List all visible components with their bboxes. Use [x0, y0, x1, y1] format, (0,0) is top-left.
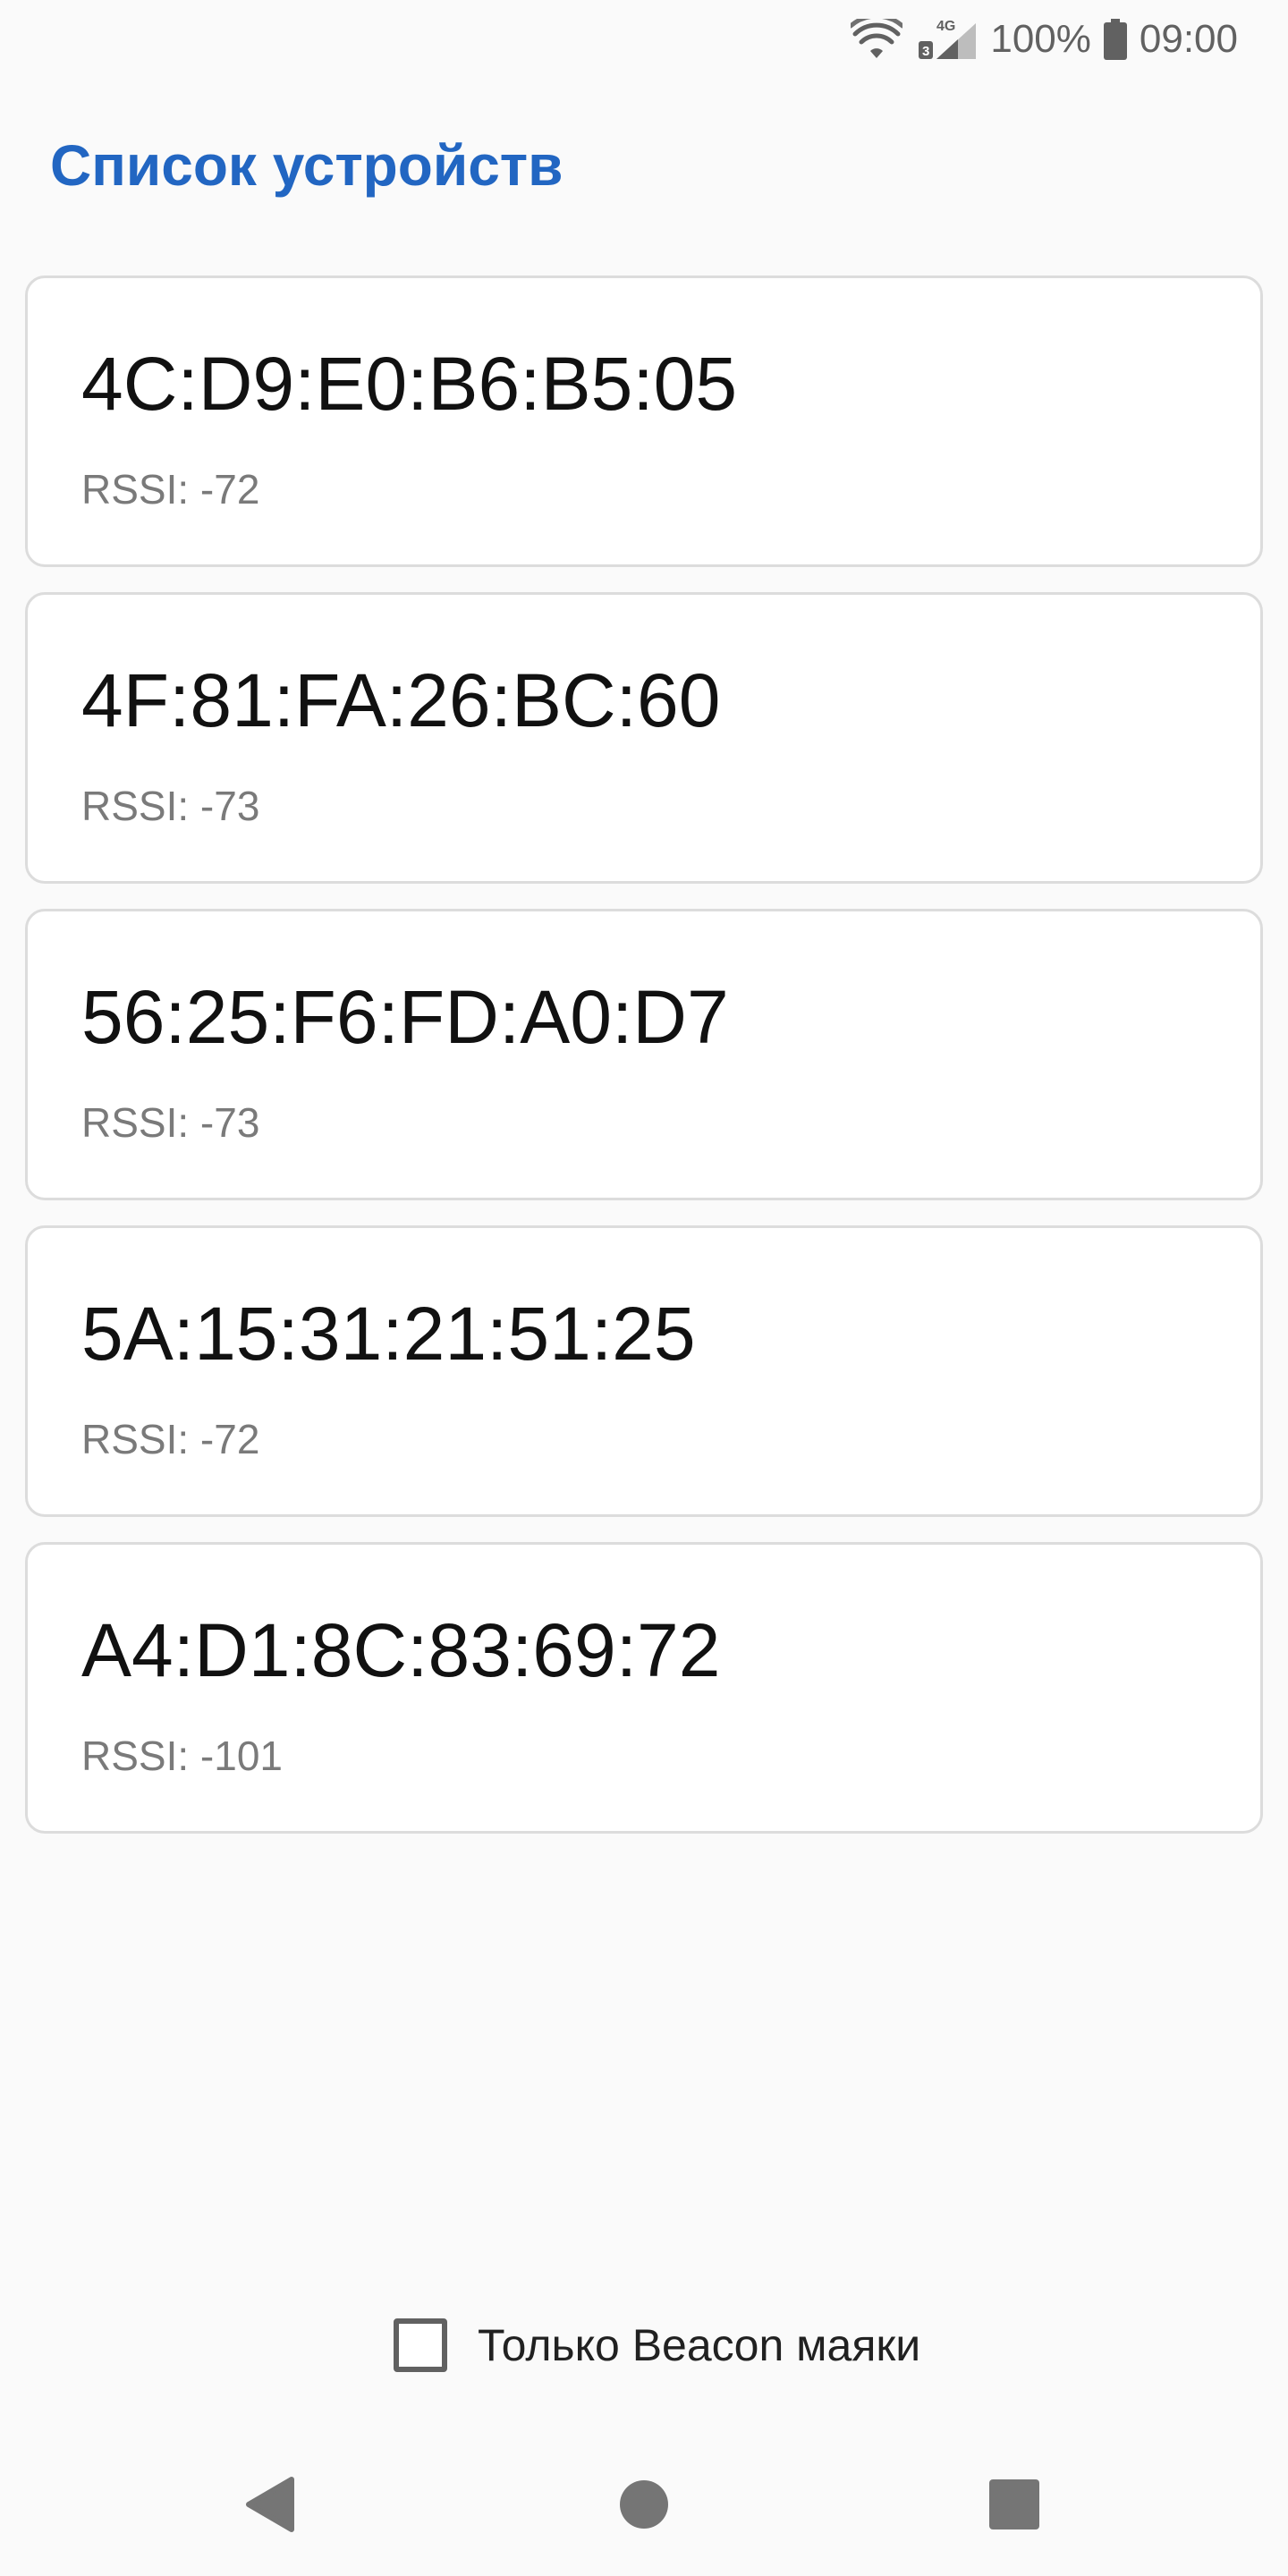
- beacon-only-checkbox-row[interactable]: Только Beacon маяки: [394, 2317, 920, 2374]
- sim-slot-label: 3: [922, 44, 929, 59]
- device-address: 56:25:F6:FD:A0:D7: [81, 975, 729, 1059]
- beacon-only-label[interactable]: Только Beacon маяки: [478, 2319, 920, 2371]
- home-button[interactable]: [605, 2465, 683, 2544]
- device-list[interactable]: 4C:D9:E0:B6:B5:05 RSSI: -72 4F:81:FA:26:…: [25, 275, 1263, 1859]
- status-icons: 4G 3 100% 09:00: [851, 13, 1238, 66]
- wifi-icon: [851, 19, 903, 58]
- device-card[interactable]: 56:25:F6:FD:A0:D7 RSSI: -73: [25, 909, 1263, 1200]
- recents-button[interactable]: [975, 2465, 1054, 2544]
- home-icon: [620, 2480, 668, 2529]
- battery-icon: [1103, 19, 1127, 60]
- network-type-label: 4G: [936, 19, 955, 34]
- recents-icon: [989, 2479, 1039, 2529]
- screen: 4G 3 100% 09:00 Список устройств 4C:D9:E…: [0, 0, 1288, 2576]
- device-rssi: RSSI: -101: [81, 1733, 283, 1779]
- page-title: Список устройств: [50, 133, 564, 198]
- device-address: 4C:D9:E0:B6:B5:05: [81, 342, 738, 426]
- device-rssi: RSSI: -73: [81, 1099, 260, 1146]
- device-address: 4F:81:FA:26:BC:60: [81, 658, 721, 742]
- back-button[interactable]: [231, 2465, 309, 2544]
- navigation-bar: [0, 2433, 1288, 2576]
- device-rssi: RSSI: -73: [81, 783, 260, 829]
- beacon-only-checkbox[interactable]: [394, 2318, 447, 2372]
- battery-percent: 100%: [990, 17, 1091, 61]
- cell-signal-icon: 4G 3: [919, 19, 977, 59]
- status-bar: 4G 3 100% 09:00: [0, 0, 1288, 79]
- device-address: 5A:15:31:21:51:25: [81, 1292, 696, 1376]
- device-card[interactable]: 4C:D9:E0:B6:B5:05 RSSI: -72: [25, 275, 1263, 567]
- device-rssi: RSSI: -72: [81, 1416, 260, 1462]
- device-rssi: RSSI: -72: [81, 466, 260, 513]
- device-card[interactable]: 4F:81:FA:26:BC:60 RSSI: -73: [25, 592, 1263, 884]
- device-address: A4:D1:8C:83:69:72: [81, 1608, 721, 1692]
- device-card[interactable]: A4:D1:8C:83:69:72 RSSI: -101: [25, 1542, 1263, 1834]
- clock: 09:00: [1139, 17, 1238, 61]
- back-icon: [246, 2477, 294, 2532]
- device-card[interactable]: 5A:15:31:21:51:25 RSSI: -72: [25, 1225, 1263, 1517]
